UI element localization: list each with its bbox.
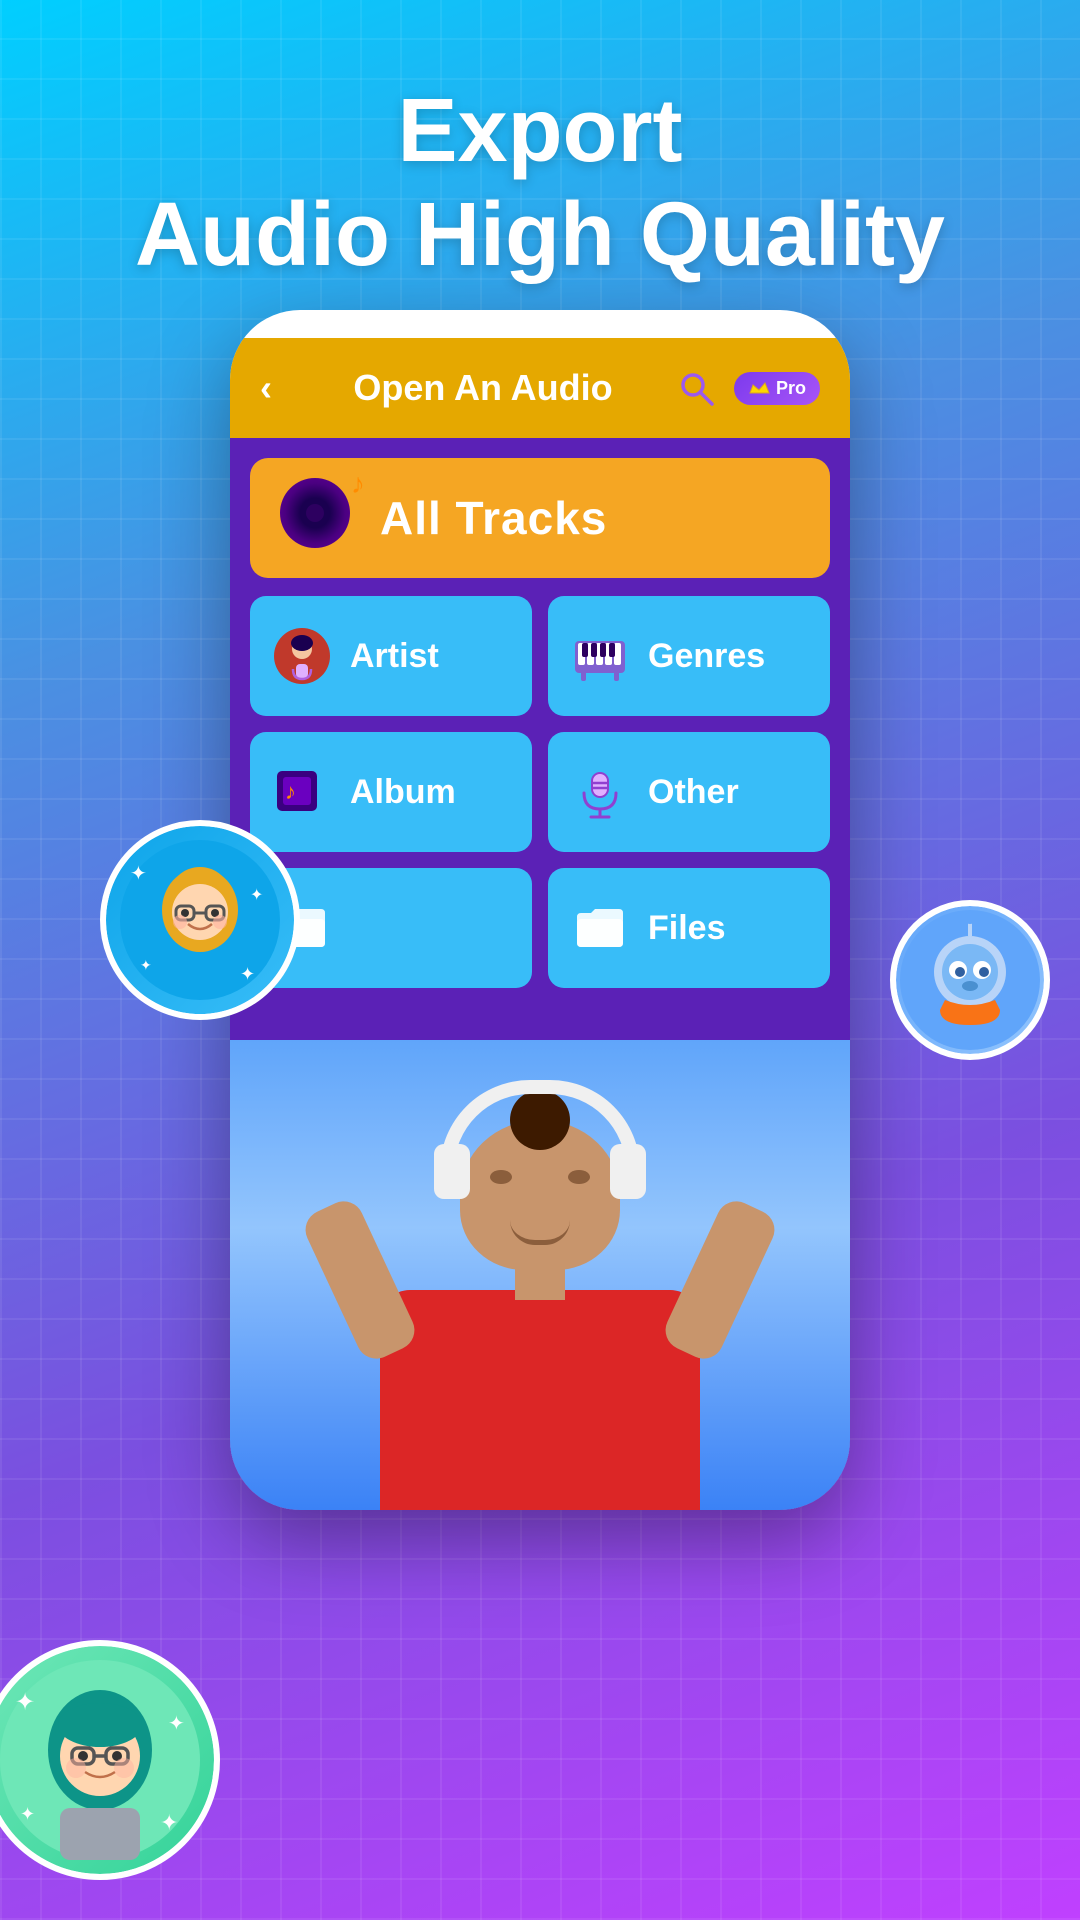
svg-text:✦: ✦	[240, 964, 255, 984]
app-header: ‹ Open An Audio Pro	[230, 338, 850, 438]
album-icon: ♪	[270, 760, 334, 824]
music-note-icon: ♪	[351, 468, 365, 500]
album-label: Album	[350, 773, 456, 812]
headline-line1: Export	[0, 80, 1080, 184]
avatar-girl-teal: ✦ ✦ ✦ ✦	[100, 820, 300, 1020]
person-figure	[300, 1080, 780, 1510]
vinyl-disc	[280, 478, 350, 548]
files-menu-item[interactable]: Files	[548, 868, 830, 988]
crown-icon	[748, 379, 770, 397]
album-menu-item[interactable]: ♪ Album	[250, 732, 532, 852]
pro-label: Pro	[776, 378, 806, 399]
other-menu-item[interactable]: Other	[548, 732, 830, 852]
app-screen-title: Open An Audio	[292, 367, 674, 409]
all-tracks-button[interactable]: ♪ All Tracks	[250, 458, 830, 578]
svg-text:✦: ✦	[168, 1713, 185, 1735]
other-label: Other	[648, 773, 739, 812]
avatar-girl-green: ✦ ✦ ✦ ✦	[0, 1640, 220, 1880]
all-tracks-icon: ♪	[280, 478, 360, 558]
bottom-photo-area	[230, 1040, 850, 1510]
svg-text:✦: ✦	[20, 1804, 35, 1824]
menu-grid: Artist	[250, 596, 830, 988]
svg-text:♪: ♪	[285, 779, 296, 804]
artist-label: Artist	[350, 637, 439, 676]
search-button[interactable]	[674, 366, 718, 410]
back-button[interactable]: ‹	[260, 367, 272, 409]
phone-frame: ‹ Open An Audio Pro	[230, 310, 850, 1510]
svg-text:✦: ✦	[250, 887, 263, 904]
svg-text:✦: ✦	[160, 1810, 178, 1835]
files-label: Files	[648, 909, 725, 948]
artist-icon	[270, 624, 334, 688]
other-icon	[568, 760, 632, 824]
header-icons: Pro	[674, 366, 820, 410]
avatar-girl-teal-icon: ✦ ✦ ✦ ✦	[0, 1660, 200, 1860]
genres-icon	[568, 624, 632, 688]
svg-text:✦: ✦	[130, 863, 147, 885]
phone-mockup: ‹ Open An Audio Pro	[230, 310, 850, 1610]
all-tracks-label: All Tracks	[380, 491, 607, 545]
app-content: ♪ All Tracks	[230, 438, 850, 1510]
pro-badge[interactable]: Pro	[734, 372, 820, 405]
headline-line2: Audio High Quality	[0, 184, 1080, 288]
files-icon	[568, 896, 632, 960]
genres-label: Genres	[648, 637, 765, 676]
artist-menu-item[interactable]: Artist	[250, 596, 532, 716]
genres-menu-item[interactable]: Genres	[548, 596, 830, 716]
svg-text:✦: ✦	[15, 1689, 35, 1716]
svg-text:✦: ✦	[140, 957, 152, 973]
avatar-robot-icon	[900, 910, 1040, 1050]
avatar-robot-blue	[890, 900, 1050, 1060]
search-icon	[677, 369, 715, 407]
phone-notch	[480, 310, 600, 338]
avatar-girl-icon: ✦ ✦ ✦ ✦	[120, 840, 280, 1000]
